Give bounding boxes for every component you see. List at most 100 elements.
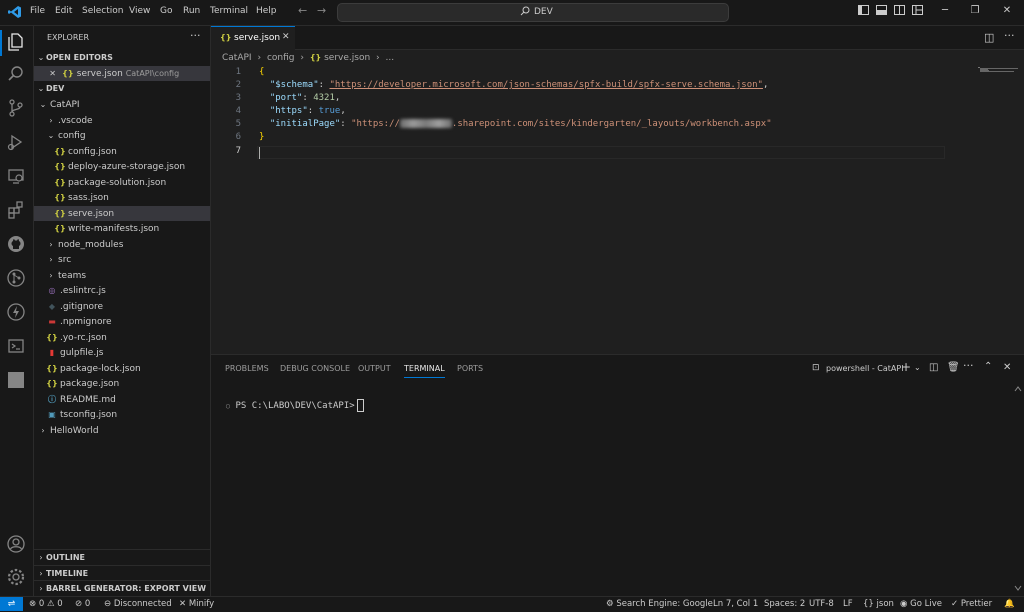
command-center-search[interactable]: DEV	[337, 3, 729, 22]
tab-serve-json[interactable]: {} serve.json ✕	[211, 26, 295, 50]
forward-arrow-icon[interactable]: →	[317, 4, 326, 17]
tree-item[interactable]: ◆ .gitignore	[34, 299, 210, 314]
indentation-status[interactable]: Spaces: 2	[764, 599, 805, 609]
new-terminal-icon[interactable]: +	[901, 360, 911, 374]
tree-item[interactable]: {} package.json	[34, 376, 210, 391]
ports-status[interactable]: ⊘ 0	[75, 599, 90, 609]
tree-item[interactable]: {} config.json	[34, 144, 210, 159]
prettier-status[interactable]: ✓ Prettier	[951, 599, 992, 609]
menu-help[interactable]: Help	[256, 6, 277, 16]
remote-indicator-icon[interactable]: ⇌	[0, 597, 23, 611]
breadcrumb-file[interactable]: serve.json	[324, 53, 370, 63]
code-editor[interactable]: 1 2 3 4 5 6 7 { "$schema": "https://deve…	[211, 63, 1024, 353]
tab-debug-console[interactable]: DEBUG CONSOLE	[280, 364, 350, 373]
terminal-dropdown-icon[interactable]: ⌄	[914, 363, 921, 372]
tree-item[interactable]: ▣ tsconfig.json	[34, 407, 210, 422]
explorer-icon[interactable]	[5, 32, 27, 54]
tree-item[interactable]: {} sass.json	[34, 190, 210, 205]
minify-status[interactable]: ✕ Minify	[179, 599, 214, 609]
tree-item[interactable]: › .vscode	[34, 113, 210, 128]
menu-go[interactable]: Go	[160, 6, 172, 16]
menu-selection[interactable]: Selection	[82, 6, 123, 16]
barrel-generator-section[interactable]: › BARREL GENERATOR: EXPORT VIEW	[34, 580, 210, 596]
tree-item[interactable]: › HelloWorld	[34, 423, 210, 438]
terminal-view-icon[interactable]	[5, 336, 27, 358]
close-window-icon[interactable]: ✕	[1001, 5, 1013, 17]
tree-item[interactable]: › node_modules	[34, 237, 210, 252]
terminal-name[interactable]: powershell - CatAPI	[826, 364, 904, 373]
menu-run[interactable]: Run	[183, 6, 200, 16]
tree-item[interactable]: ▬ .npmignore	[34, 314, 210, 329]
tree-item[interactable]: › teams	[34, 268, 210, 283]
customize-layout-icon[interactable]	[911, 5, 923, 17]
terminal-scrollbar[interactable]	[1014, 386, 1022, 591]
minimize-icon[interactable]: ─	[939, 5, 951, 17]
panel-more-icon[interactable]: ···	[963, 359, 974, 372]
tree-item[interactable]: {} package-lock.json	[34, 361, 210, 376]
notifications-bell-icon[interactable]: 🔔	[1004, 599, 1015, 609]
source-control-icon[interactable]	[5, 98, 27, 120]
tab-output[interactable]: OUTPUT	[358, 364, 391, 373]
menu-edit[interactable]: Edit	[55, 6, 72, 16]
search-view-icon[interactable]	[5, 64, 27, 86]
breadcrumb-catapi[interactable]: CatAPI	[222, 53, 252, 63]
tree-item[interactable]: ◎ .eslintrc.js	[34, 283, 210, 298]
tab-close-icon[interactable]: ✕	[282, 32, 290, 42]
open-editors-header[interactable]: ⌄ OPEN EDITORS	[34, 50, 210, 65]
split-editor-icon[interactable]: ◫	[984, 31, 994, 44]
thunder-client-icon[interactable]	[5, 302, 27, 324]
tab-ports[interactable]: PORTS	[457, 364, 483, 373]
tree-item[interactable]: {} package-solution.json	[34, 175, 210, 190]
split-terminal-icon[interactable]: ◫	[929, 362, 938, 373]
extensions-icon[interactable]	[5, 200, 27, 222]
breadcrumb-symbol[interactable]: ...	[386, 53, 395, 63]
toggle-secondary-sidebar-icon[interactable]	[893, 5, 905, 17]
tree-item[interactable]: ⌄ CatAPI	[34, 97, 210, 112]
tree-item[interactable]: ▮ gulpfile.js	[34, 345, 210, 360]
tree-item[interactable]: {} .yo-rc.json	[34, 330, 210, 345]
menu-file[interactable]: File	[30, 6, 45, 16]
go-live-status[interactable]: ◉ Go Live	[900, 599, 942, 609]
live-share-status[interactable]: ⊖ Disconnected	[104, 599, 172, 609]
encoding-status[interactable]: UTF-8	[809, 599, 834, 609]
more-actions-icon[interactable]: ···	[190, 29, 201, 42]
extension-view-icon[interactable]	[5, 370, 27, 392]
tree-item[interactable]: {} deploy-azure-storage.json	[34, 159, 210, 174]
settings-gear-icon[interactable]	[5, 567, 27, 589]
git-graph-icon[interactable]	[5, 268, 27, 290]
search-engine-status[interactable]: ⚙ Search Engine: Google	[606, 599, 713, 609]
editor-more-actions-icon[interactable]: ···	[1004, 29, 1015, 42]
kill-terminal-icon[interactable]: 🗑	[947, 362, 960, 373]
tree-item[interactable]: ⌄ config	[34, 128, 210, 143]
tab-terminal[interactable]: TERMINAL	[404, 364, 445, 378]
toggle-panel-icon[interactable]	[875, 5, 887, 17]
eol-status[interactable]: LF	[843, 599, 853, 609]
toggle-primary-sidebar-icon[interactable]	[857, 5, 869, 17]
close-panel-icon[interactable]: ✕	[1003, 362, 1011, 373]
problems-status[interactable]: ⊗ 0 ⚠ 0	[29, 599, 63, 609]
tree-item[interactable]: ⓘ README.md	[34, 392, 210, 407]
tab-problems[interactable]: PROBLEMS	[225, 364, 269, 373]
outline-section[interactable]: › OUTLINE	[34, 549, 210, 565]
remote-explorer-icon[interactable]	[5, 166, 27, 188]
maximize-panel-icon[interactable]: ⌃	[984, 361, 992, 372]
language-status[interactable]: {} json	[863, 599, 894, 609]
tree-item[interactable]: {} write-manifests.json	[34, 221, 210, 236]
accounts-icon[interactable]	[5, 534, 27, 556]
run-debug-icon[interactable]	[5, 132, 27, 154]
restore-icon[interactable]: ❐	[969, 5, 981, 17]
tree-item[interactable]: {} serve.json	[34, 205, 210, 221]
back-arrow-icon[interactable]: ←	[298, 4, 307, 17]
close-editor-icon[interactable]: ✕	[34, 66, 56, 81]
tree-item[interactable]: › src	[34, 252, 210, 267]
breadcrumb-config[interactable]: config	[267, 53, 295, 63]
github-icon[interactable]	[5, 234, 27, 256]
workspace-header[interactable]: ⌄ DEV	[34, 81, 210, 96]
menu-terminal[interactable]: Terminal	[210, 6, 248, 16]
menu-view[interactable]: View	[129, 6, 150, 16]
cursor-position-status[interactable]: Ln 7, Col 1	[713, 599, 758, 609]
terminal-prompt-line[interactable]: ○ PS C:\LABO\DEV\CatAPI>	[215, 389, 364, 412]
minimap[interactable]	[978, 65, 1020, 72]
open-editor-item[interactable]: ✕ {} serve.json CatAPI\config	[34, 66, 210, 81]
timeline-section[interactable]: › TIMELINE	[34, 565, 210, 581]
